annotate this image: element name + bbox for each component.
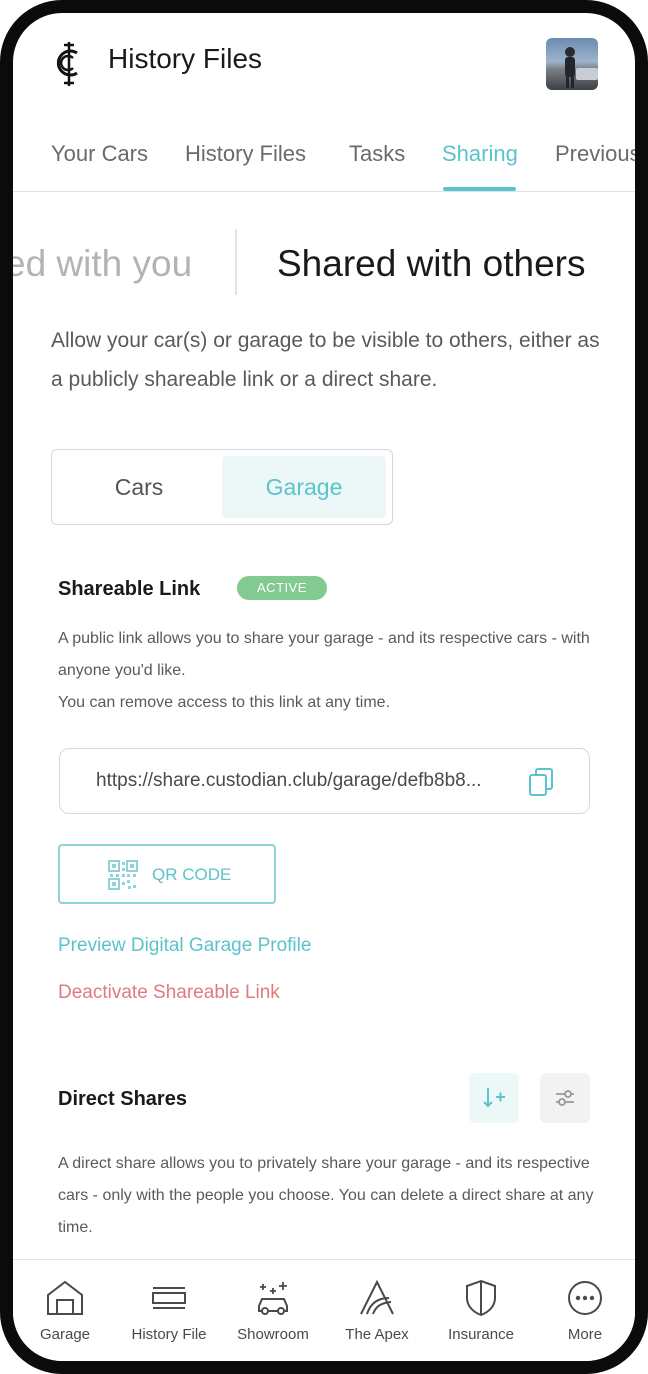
qr-code-label: QR CODE (152, 865, 232, 884)
avatar-photo-icon (565, 47, 598, 88)
intro-text: Allow your car(s) or garage to be visibl… (51, 329, 600, 391)
shareable-link-note: You can remove access to this link at an… (58, 694, 391, 711)
nav-showroom-label: Showroom (237, 1326, 309, 1343)
app-title: History Files (108, 43, 263, 74)
segment-cars[interactable]: Cars (58, 456, 220, 518)
copy-icon[interactable] (528, 767, 554, 797)
qr-code-icon (108, 860, 138, 890)
nav-garage-label: Garage (39, 1326, 91, 1343)
deactivate-link-button[interactable]: Deactivate Shareable Link (58, 982, 280, 1004)
nav-more-label: More (567, 1326, 603, 1343)
screen: History Files Your Cars History Files Ta… (13, 13, 635, 1361)
tab-previous[interactable]: Previous (555, 141, 635, 167)
garage-icon (47, 1280, 83, 1315)
active-tab-indicator (443, 187, 516, 191)
share-url-text: https://share.custodian.club/garage/defb… (96, 770, 482, 791)
subtab-shared-with-others[interactable]: Shared with others (277, 243, 586, 285)
preview-profile-link[interactable]: Preview Digital Garage Profile (58, 935, 311, 957)
sort-button[interactable] (469, 1073, 519, 1123)
custodian-logo-icon (56, 42, 78, 86)
history-file-icon (152, 1287, 186, 1309)
nav-more[interactable]: More (533, 1278, 635, 1343)
filter-button[interactable] (540, 1073, 590, 1123)
apex-icon (360, 1279, 394, 1315)
direct-shares-title: Direct Shares (58, 1088, 187, 1110)
share-url-field[interactable]: https://share.custodian.club/garage/defb… (59, 748, 590, 814)
qr-code-button[interactable]: QR CODE (58, 844, 276, 904)
segment-garage[interactable]: Garage (222, 456, 386, 518)
status-badge: ACTIVE (237, 576, 327, 600)
showroom-icon (258, 1282, 288, 1315)
subtab-divider (235, 229, 237, 295)
tab-sharing[interactable]: Sharing (442, 141, 518, 167)
shareable-link-description: A public link allows you to share your g… (58, 630, 590, 679)
nav-showroom[interactable]: Showroom (221, 1278, 325, 1343)
tab-history-files[interactable]: History Files (185, 141, 306, 167)
bottom-nav: Garage History File Showroom The Apex In… (13, 1259, 635, 1361)
subtab-shared-with-you[interactable]: ed with you (13, 243, 192, 285)
device-frame: History Files Your Cars History Files Ta… (0, 0, 648, 1374)
nav-history-file-label: History File (131, 1326, 207, 1343)
nav-history-file[interactable]: History File (117, 1278, 221, 1343)
nav-the-apex[interactable]: The Apex (325, 1278, 429, 1343)
tab-tasks[interactable]: Tasks (349, 141, 405, 167)
nav-insurance[interactable]: Insurance (429, 1278, 533, 1343)
direct-shares-description: A direct share allows you to privately s… (58, 1155, 594, 1236)
more-icon (568, 1281, 602, 1315)
shield-icon (466, 1279, 496, 1317)
sliders-icon (556, 1090, 574, 1106)
nav-the-apex-label: The Apex (345, 1326, 409, 1343)
top-tabs: Your Cars History Files Tasks Sharing Pr… (13, 133, 635, 192)
nav-insurance-label: Insurance (448, 1326, 514, 1343)
scope-segmented-control: Cars Garage (51, 449, 393, 525)
shareable-link-title: Shareable Link (58, 578, 201, 600)
tab-your-cars[interactable]: Your Cars (51, 141, 148, 167)
nav-garage[interactable]: Garage (13, 1278, 117, 1343)
avatar[interactable] (546, 38, 598, 90)
sort-add-icon (483, 1088, 505, 1108)
